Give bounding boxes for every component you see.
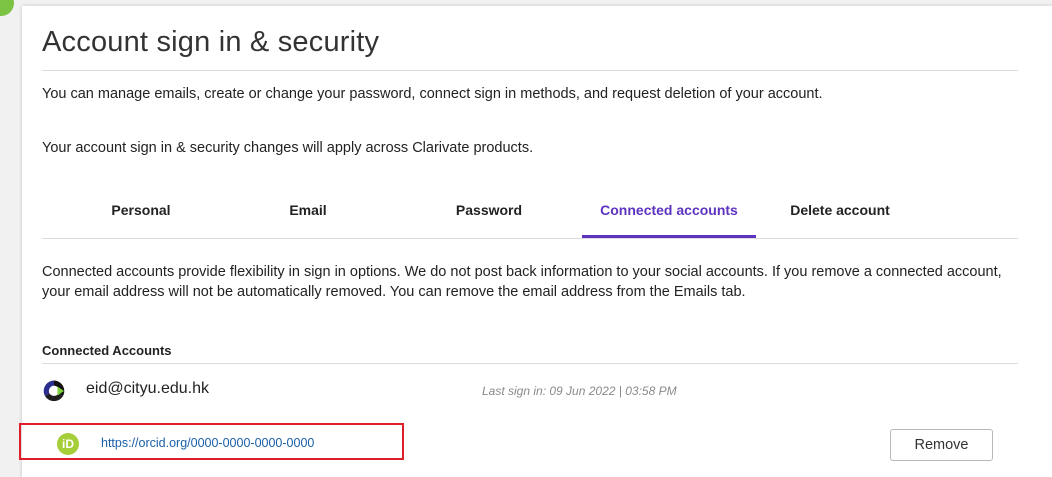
tab-label: Delete account [790, 202, 890, 218]
tab-label: Email [289, 202, 327, 218]
tab-personal[interactable]: Personal [86, 202, 196, 238]
remove-button[interactable]: Remove [890, 429, 993, 461]
tab-label: Password [455, 202, 523, 218]
tab-connected-accounts[interactable]: Connected accounts [582, 202, 756, 238]
title-divider [42, 70, 1018, 71]
clarivate-logo-icon [43, 380, 65, 402]
corner-badge-icon [0, 0, 14, 16]
tab-delete-account[interactable]: Delete account [780, 202, 900, 238]
tab-email[interactable]: Email [258, 202, 358, 238]
page-title: Account sign in & security [42, 26, 380, 58]
connected-accounts-description: Connected accounts provide flexibility i… [42, 264, 1002, 300]
intro-note: Your account sign in & security changes … [42, 140, 534, 156]
connected-accounts-heading: Connected Accounts [42, 343, 172, 358]
section-divider [42, 363, 1018, 364]
account-security-card: Account sign in & security You can manag… [19, 6, 1052, 477]
tab-label: Connected accounts [600, 202, 738, 218]
intro-text: You can manage emails, create or change … [42, 86, 823, 102]
connected-account-email: eid@cityu.edu.hk [86, 380, 209, 397]
last-signin-timestamp: Last sign in: 09 Jun 2022 | 03:58 PM [482, 384, 677, 398]
orcid-link[interactable]: https://orcid.org/0000-0000-0000-0000 [101, 436, 314, 450]
tab-bar: Personal Email Password Connected accoun… [42, 202, 1018, 238]
tab-password[interactable]: Password [434, 202, 544, 238]
page: Account sign in & security You can manag… [0, 0, 1052, 477]
tabs-divider [42, 238, 1018, 239]
orcid-icon: iD [57, 433, 79, 455]
tab-label: Personal [111, 202, 171, 218]
